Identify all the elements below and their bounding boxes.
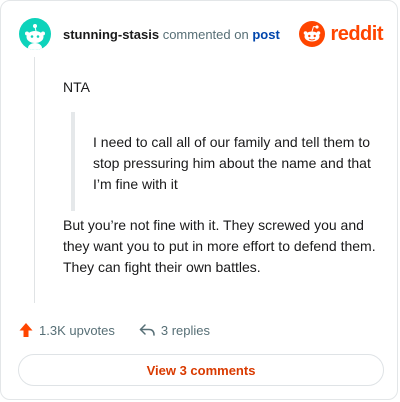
reddit-wordmark: reddit [330,22,383,45]
comment-header: stunning-stasis commented on post reddit [19,18,383,54]
snoo-avatar-icon [25,24,45,50]
view-comments-button[interactable]: View 3 comments [18,354,384,386]
action-text: commented on [162,27,249,42]
post-link[interactable]: post [252,27,279,42]
reply-arrow-icon [139,324,155,336]
reply-button[interactable]: 3 replies [139,323,210,338]
reddit-logo[interactable]: reddit [299,19,383,49]
upvote-count: 1.3K upvotes [39,322,115,338]
thread-line[interactable] [34,57,35,303]
username-link[interactable]: stunning-stasis [63,27,159,42]
comment-card: stunning-stasis commented on post reddit… [0,0,398,400]
reddit-logo-icon [299,21,326,47]
upvote-arrow-icon [19,323,33,337]
comment-text-first: NTA [63,79,90,95]
reply-count: 3 replies [160,322,211,338]
comment-byline: stunning-stasis commented on post [63,27,280,42]
user-avatar[interactable] [19,18,51,50]
blockquote: I need to call all of our family and tel… [71,112,371,211]
comment-actions: 1.3K upvotes 3 replies [19,319,210,341]
quote-text: I need to call all of our family and tel… [93,134,371,192]
comment-body: NTA I need to call all of our family and… [63,77,376,275]
comment-text-second: But you’re not fine with it. They screwe… [63,217,376,275]
upvote-button[interactable]: 1.3K upvotes [19,322,115,338]
